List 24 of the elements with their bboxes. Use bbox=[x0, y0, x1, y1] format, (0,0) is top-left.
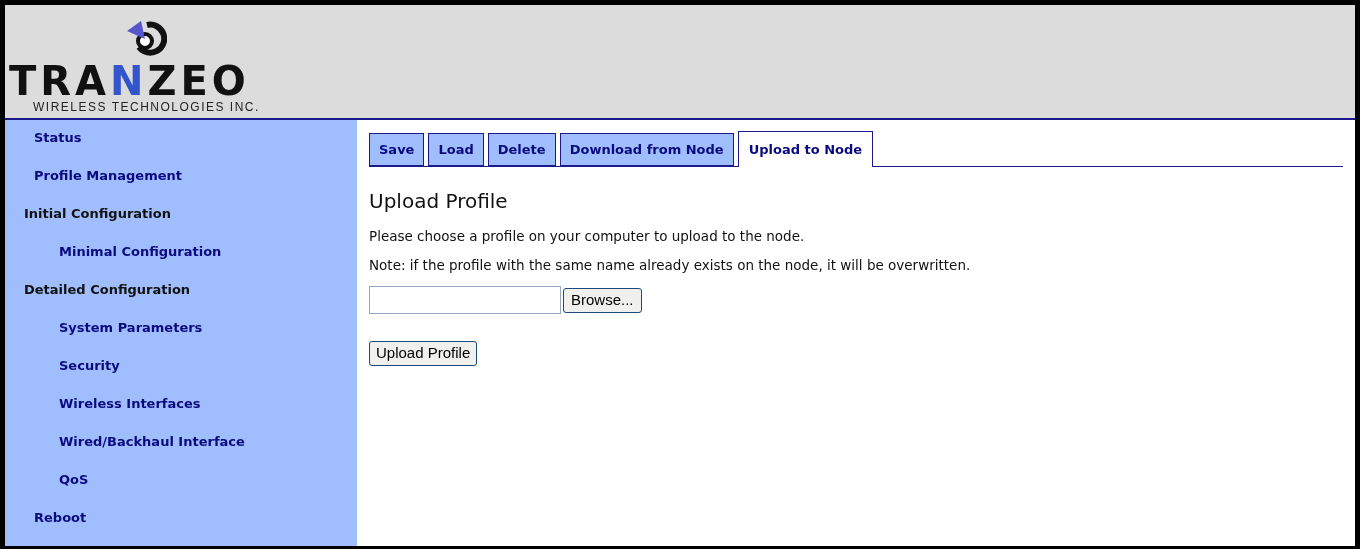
logo-tagline: WIRELESS TECHNOLOGIES INC. bbox=[33, 101, 260, 113]
tab[interactable]: Delete bbox=[487, 133, 556, 166]
sidebar-link[interactable]: Profile Management bbox=[5, 166, 182, 204]
browse-button[interactable]: Browse... bbox=[563, 287, 642, 313]
tab[interactable]: Upload to Node bbox=[737, 131, 874, 167]
upload-button[interactable]: Upload Profile bbox=[369, 341, 478, 366]
paragraph: Note: if the profile with the same name already exists on the node, it will be overwritten. bbox=[369, 257, 972, 274]
sidebar-heading: Initial Configuration bbox=[23, 205, 171, 223]
logo: TRAN ZEO bbox=[9, 61, 250, 101]
sidebar-heading: Detailed Configuration bbox=[23, 281, 191, 299]
sidebar-link[interactable]: Wired/Backhaul Interface bbox=[5, 432, 245, 470]
sidebar-link[interactable]: System Parameters bbox=[5, 318, 203, 356]
sidebar-link[interactable]: Minimal Configuration bbox=[5, 242, 222, 280]
tab[interactable]: Download from Node bbox=[559, 133, 734, 166]
tab[interactable]: Load bbox=[428, 133, 484, 166]
sidebar-link[interactable]: Reboot bbox=[5, 508, 87, 546]
sidebar-link[interactable]: Security bbox=[5, 356, 120, 394]
tab[interactable]: Save bbox=[369, 133, 425, 166]
file-path-field[interactable] bbox=[369, 286, 561, 314]
page-heading: Upload Profile bbox=[369, 188, 509, 215]
sidebar-link[interactable]: Status bbox=[5, 128, 82, 166]
paragraph: Please choose a profile on your computer to upload to the node. bbox=[369, 228, 806, 245]
sidebar-link[interactable]: QoS bbox=[5, 470, 89, 508]
sidebar-link[interactable]: Wireless Interfaces bbox=[5, 394, 201, 432]
